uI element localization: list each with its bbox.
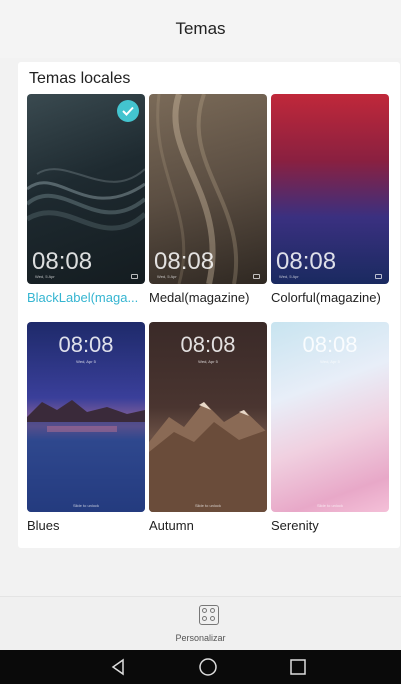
section-title: Temas locales [29,70,131,87]
theme-blues[interactable]: 08:08 Wed, Apr 5 Slide to unlock Blues [27,322,145,533]
personalize-label: Personalizar [175,633,226,643]
camera-icon [131,274,138,279]
lock-clock: 08:08 [32,248,93,275]
theme-colorful[interactable]: 08:08 Wed, 5 Apr Colorful(magazine) [271,94,389,305]
lock-date: Wed, 5 Apr [279,274,299,279]
lock-date: Wed, Apr 5 [198,359,218,364]
local-themes-card: Temas locales 08:08 Wed, 5 Apr BlackLabe… [18,62,400,548]
lock-date: Wed, 5 Apr [35,274,55,279]
theme-serenity[interactable]: 08:08 Wed, Apr 5 Slide to unlock Serenit… [271,322,389,533]
theme-thumbnail[interactable]: 08:08 Wed, Apr 5 Slide to unlock [27,322,145,512]
lock-clock: 08:08 [58,332,114,357]
title-bar: Temas [0,0,401,58]
lock-date: Wed, Apr 5 [320,359,340,364]
lock-clock: 08:08 [180,332,236,357]
theme-thumbnail[interactable]: 08:08 Wed, 5 Apr [27,94,145,284]
theme-blacklabel[interactable]: 08:08 Wed, 5 Apr BlackLabel(maga... [27,94,145,305]
lock-date: Wed, Apr 5 [76,359,96,364]
bottom-bar: Personalizar [0,596,401,650]
theme-thumbnail[interactable]: 08:08 Wed, 5 Apr [271,94,389,284]
theme-name: BlackLabel(maga... [27,290,139,305]
selected-check-icon [117,100,139,122]
recents-icon[interactable] [286,656,310,678]
lock-clock: 08:08 [154,248,215,275]
theme-name: Autumn [149,518,194,533]
back-icon[interactable] [106,656,130,678]
theme-autumn[interactable]: 08:08 Wed, Apr 5 Slide to unlock Autumn [149,322,267,533]
slide-to-unlock: Slide to unlock [194,503,221,508]
theme-thumbnail[interactable]: 08:08 Wed, Apr 5 Slide to unlock [271,322,389,512]
camera-icon [253,274,260,279]
theme-thumbnail[interactable]: 08:08 Wed, 5 Apr [149,94,267,284]
camera-icon [375,274,382,279]
theme-thumbnail[interactable]: 08:08 Wed, Apr 5 Slide to unlock [149,322,267,512]
lock-clock: 08:08 [302,332,358,357]
theme-name: Serenity [271,518,319,533]
slide-to-unlock: Slide to unlock [72,503,99,508]
page-title: Temas [175,19,226,38]
personalize-icon [199,605,219,625]
theme-name: Medal(magazine) [149,290,250,305]
navigation-bar [0,650,401,684]
lock-clock: 08:08 [276,248,337,275]
home-icon[interactable] [196,656,220,678]
slide-to-unlock: Slide to unlock [316,503,343,508]
theme-medal[interactable]: 08:08 Wed, 5 Apr Medal(magazine) [149,94,267,305]
theme-name: Colorful(magazine) [271,290,381,305]
theme-name: Blues [27,518,60,533]
lock-date: Wed, 5 Apr [157,274,177,279]
